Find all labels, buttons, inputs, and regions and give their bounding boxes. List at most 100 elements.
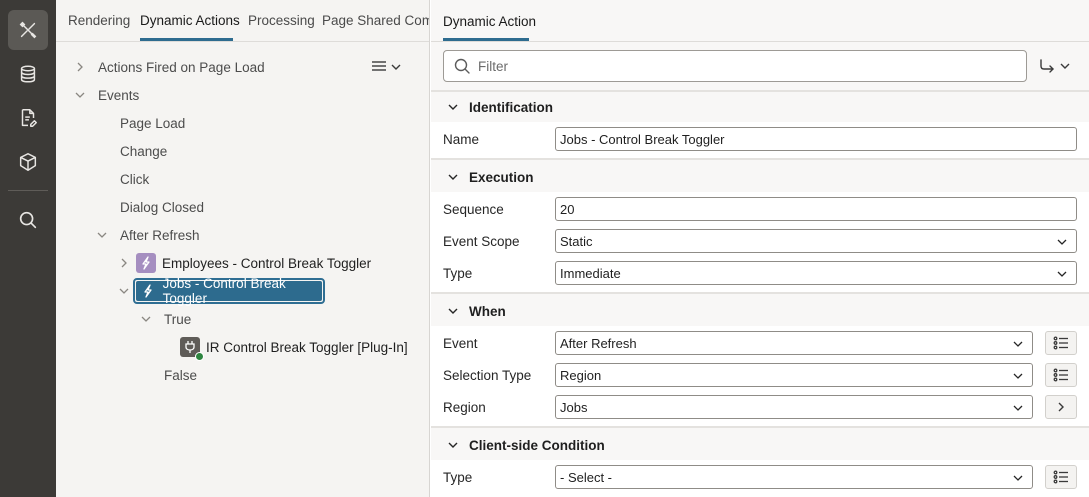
condition-type-select[interactable]: - Select - [555,465,1033,489]
chevron-down-icon[interactable] [74,89,86,101]
type-select[interactable]: Immediate [555,261,1077,285]
tree-tabs: Rendering Dynamic Actions Processing Pag… [56,0,429,42]
tree-node-employees-da[interactable]: Employees - Control Break Toggler [136,250,371,276]
field-value: 20 [560,201,575,217]
group-divider [431,426,1089,428]
search-icon [454,58,470,74]
selection-type-list-button[interactable] [1045,363,1077,387]
database-button[interactable] [8,54,48,94]
group-divider [431,158,1089,160]
go-to-group-icon [1040,59,1054,73]
condition-type-label: Type [443,470,473,485]
chevron-down-icon[interactable] [96,229,108,241]
chevron-down-icon[interactable] [140,313,152,325]
tree-node-actions-fired[interactable]: Actions Fired on Page Load [98,54,265,80]
selection-type-label: Selection Type [443,368,532,383]
package-icon [19,153,37,171]
tree-node-plugin-action[interactable]: IR Control Break Toggler [Plug-In] [180,334,408,361]
active-tab-indicator [443,38,529,41]
tree-node-true[interactable]: True [164,306,191,332]
search-button[interactable] [8,200,48,240]
group-title: Execution [469,169,534,185]
chevron-down-icon [448,308,458,314]
group-title: Identification [469,99,553,115]
menu-icon [372,61,386,71]
tree-node-after-refresh[interactable]: After Refresh [120,222,200,248]
tab-dynamic-actions[interactable]: Dynamic Actions [140,13,240,28]
chevron-down-icon [448,174,458,180]
tree-node-click[interactable]: Click [120,166,149,192]
tree-node-label: Jobs - Control Break Toggler [162,276,286,306]
tree-menu-button[interactable] [371,57,403,77]
filter-input[interactable]: Filter [443,50,1027,82]
sequence-label: Sequence [443,202,504,217]
tree-node-change[interactable]: Change [120,138,167,164]
developer-toolbar [0,0,56,497]
tab-rendering[interactable]: Rendering [68,13,130,28]
group-when[interactable]: When [431,297,1089,325]
search-icon [19,211,37,229]
lightning-icon [136,253,156,273]
chevron-down-icon [391,64,401,70]
event-scope-select[interactable]: Static [555,229,1077,253]
shared-components-button[interactable] [8,142,48,182]
group-title: When [469,303,506,319]
group-divider [431,292,1089,294]
chevron-down-icon [1013,373,1023,379]
group-body-execution: Sequence 20 Event Scope Static Type Imme… [431,192,1089,292]
tools-icon [19,21,37,39]
region-select[interactable]: Jobs [555,395,1033,419]
tree-pane: Rendering Dynamic Actions Processing Pag… [56,0,430,497]
sequence-field[interactable]: 20 [555,197,1077,221]
region-label: Region [443,400,486,415]
play-badge-icon [195,352,204,361]
tab-dynamic-action[interactable]: Dynamic Action [443,14,536,29]
selection-type-select[interactable]: Region [555,363,1033,387]
tab-page-shared-components[interactable]: Page Shared Components [322,13,429,28]
page-edit-button[interactable] [8,98,48,138]
group-identification[interactable]: Identification [431,93,1089,121]
list-icon [1053,368,1068,382]
field-value: Immediate [560,265,621,281]
chevron-right-icon[interactable] [74,61,86,73]
tab-processing[interactable]: Processing [248,13,315,28]
tree-node-label: IR Control Break Toggler [Plug-In] [206,339,408,355]
group-execution[interactable]: Execution [431,163,1089,191]
condition-type-list-button[interactable] [1045,465,1077,489]
tree-node-events[interactable]: Events [98,82,139,108]
list-icon [1053,336,1068,350]
field-value: Jobs - Control Break Toggler [560,131,725,147]
go-to-region-button[interactable] [1045,395,1077,419]
tools-button[interactable] [8,10,48,50]
tree-node-dialog-closed[interactable]: Dialog Closed [120,194,204,220]
chevron-down-icon [1057,271,1067,277]
field-value: After Refresh [560,335,637,351]
group-client-side-condition[interactable]: Client-side Condition [431,431,1089,459]
group-title: Client-side Condition [469,437,605,453]
type-label: Type [443,266,473,281]
group-body-when: Event After Refresh Selection Type Regio… [431,326,1089,426]
filter-placeholder: Filter [478,58,508,74]
go-to-group-button[interactable] [1039,56,1075,76]
field-value: Jobs [560,399,588,415]
event-label: Event [443,336,478,351]
chevron-right-icon [1058,402,1064,412]
toolbar-divider [8,190,48,191]
plugin-icon [180,337,204,361]
active-tab-indicator [140,38,233,41]
event-list-button[interactable] [1045,331,1077,355]
tree-node-page-load[interactable]: Page Load [120,110,185,136]
tree-node-false[interactable]: False [164,362,197,388]
event-select[interactable]: After Refresh [555,331,1033,355]
tree-node-jobs-da[interactable]: Jobs - Control Break Toggler [133,276,325,306]
list-icon [1053,470,1068,484]
group-body-client-side-condition: Type - Select - [431,460,1089,497]
chevron-down-icon [1013,475,1023,481]
chevron-down-icon [448,442,458,448]
name-label: Name [443,132,480,147]
chevron-down-icon[interactable] [118,285,130,297]
field-value: Region [560,367,602,383]
chevron-right-icon[interactable] [118,257,130,269]
name-field[interactable]: Jobs - Control Break Toggler [555,127,1077,151]
property-tab-bar: Dynamic Action [431,0,1089,42]
